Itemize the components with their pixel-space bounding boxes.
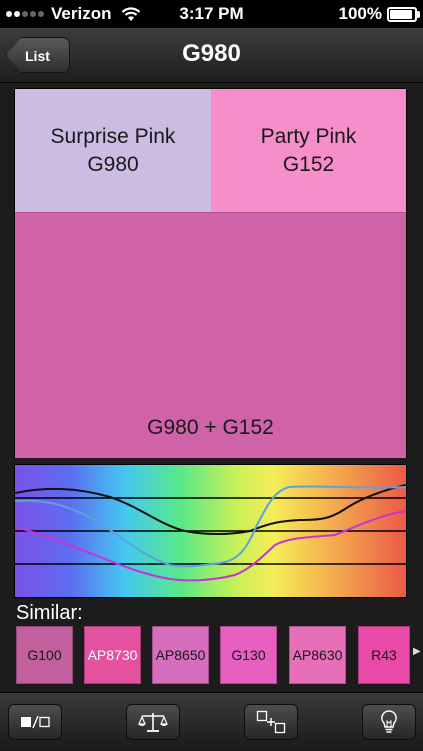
add-mix-icon	[256, 710, 286, 734]
battery-fill	[390, 9, 412, 19]
scroll-right-arrow-icon: ▶	[413, 646, 421, 657]
swatch-panel: Surprise Pink G980 Party Pink G152 G980 …	[14, 88, 407, 458]
add-mix-button[interactable]	[244, 704, 298, 740]
lightbulb-icon	[381, 710, 397, 733]
chip-code: G100	[27, 647, 62, 663]
similar-chip-6[interactable]: R43	[358, 626, 410, 684]
similar-chip-1[interactable]: G100	[16, 626, 73, 684]
similar-chip-4[interactable]: G130	[220, 626, 277, 684]
swatch-color-b[interactable]: Party Pink G152	[211, 89, 406, 212]
swatch-b-name: Party Pink	[260, 124, 357, 148]
spectral-curve-graph	[14, 464, 407, 598]
similar-heading: Similar:	[16, 602, 83, 624]
square-toggle-icon	[21, 715, 50, 729]
compare-button[interactable]	[126, 704, 180, 740]
bottom-toolbar	[0, 692, 423, 751]
chip-code: R43	[371, 647, 397, 663]
battery-group: 100%	[338, 4, 420, 24]
battery-percent: 100%	[338, 4, 382, 23]
balance-scale-icon	[138, 713, 168, 732]
tips-button[interactable]	[362, 704, 416, 740]
swatch-color-a[interactable]: Surprise Pink G980	[15, 89, 211, 212]
mix-label: G980 + G152	[147, 416, 274, 439]
swatch-mix-result: G980 + G152	[15, 212, 406, 458]
toggle-view-button[interactable]	[8, 704, 62, 740]
chip-code: G130	[231, 647, 266, 663]
status-bar: Verizon 3:17 PM 100%	[0, 0, 423, 28]
chip-code: AP8630	[292, 647, 343, 663]
swatch-a-code: G980	[87, 152, 139, 176]
swatch-b-code: G152	[282, 152, 335, 176]
chip-code: AP8730	[87, 647, 138, 663]
page-title: G980	[182, 40, 241, 67]
similar-chip-5[interactable]: AP8630	[289, 626, 346, 684]
navigation-bar: List G980	[0, 28, 423, 83]
swatch-a-name: Surprise Pink	[50, 124, 176, 148]
similar-chip-2[interactable]: AP8730	[84, 626, 141, 684]
spectrum-svg	[15, 465, 406, 597]
chip-code: AP8650	[155, 647, 206, 663]
similar-chip-3[interactable]: AP8650	[152, 626, 209, 684]
battery-icon	[387, 6, 420, 22]
